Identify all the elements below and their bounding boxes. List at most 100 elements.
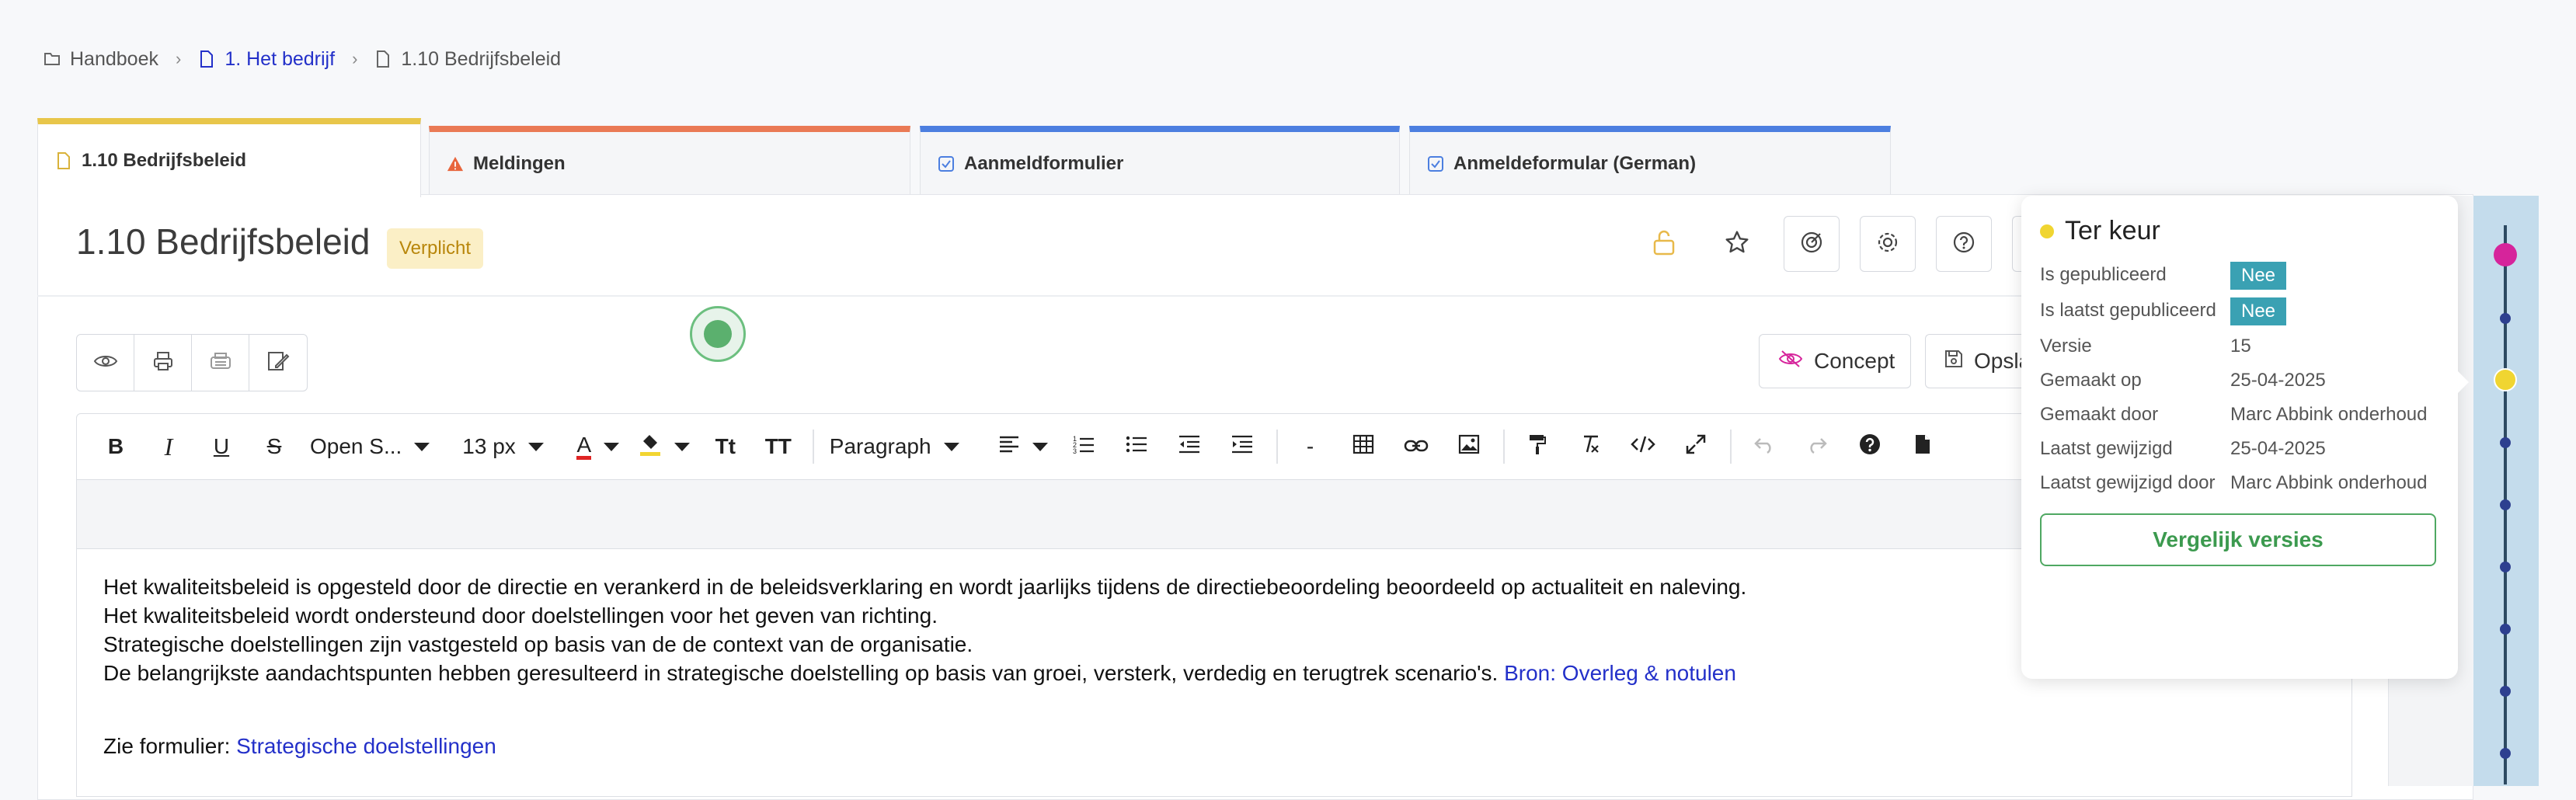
link-button[interactable]	[1394, 423, 1438, 470]
version-row: Laatst gewijzigd 25-04-2025	[2040, 436, 2439, 462]
timeline-version-current[interactable]	[2494, 368, 2517, 391]
undo-button[interactable]	[1742, 423, 1786, 470]
timeline-version[interactable]	[2500, 437, 2511, 448]
strikethrough-button[interactable]: S	[252, 423, 296, 470]
clear-format-button[interactable]	[1568, 423, 1612, 470]
highlight-color-button[interactable]	[634, 423, 694, 470]
image-icon	[1458, 434, 1480, 460]
checkbox-icon	[1427, 155, 1444, 172]
clear-format-icon	[1579, 434, 1601, 460]
last-published-tag: Nee	[2230, 297, 2287, 325]
tab-bedrijfsbeleid[interactable]: 1.10 Bedrijfsbeleid	[37, 118, 421, 197]
block-format-value: Paragraph	[829, 434, 931, 458]
tab-meldingen[interactable]: Meldingen	[429, 126, 910, 196]
bold-button[interactable]: B	[94, 423, 138, 470]
unlock-button[interactable]	[1636, 216, 1692, 272]
version-row: Is gepubliceerd Nee	[2040, 262, 2439, 290]
settings-button[interactable]	[1860, 216, 1916, 272]
concept-button[interactable]: Concept	[1759, 334, 1911, 388]
fax-icon	[209, 351, 232, 375]
caret-down-icon	[414, 442, 430, 451]
sign-button[interactable]	[249, 335, 307, 391]
version-status: Ter keur	[2065, 216, 2160, 245]
font-size-toggle-button[interactable]: TT	[757, 423, 800, 470]
subscript-button[interactable]: Tt	[704, 423, 747, 470]
ordered-list-button[interactable]: 123	[1062, 423, 1105, 470]
timeline-version[interactable]	[2500, 686, 2511, 697]
favorite-button[interactable]	[1709, 216, 1765, 272]
row-key: Versie	[2040, 336, 2092, 357]
record-indicator[interactable]	[690, 306, 746, 362]
save-button[interactable]: Opsla	[1925, 334, 2034, 388]
source-link[interactable]: Bron: Overleg & notulen	[1504, 661, 1736, 685]
italic-button[interactable]: I	[147, 423, 190, 470]
timeline-version[interactable]	[2500, 624, 2511, 635]
breadcrumb-item-handboek[interactable]: Handboek	[44, 48, 158, 71]
format-painter-button[interactable]	[1516, 423, 1559, 470]
tab-aanmeldformulier[interactable]: Aanmeldformulier	[920, 126, 1400, 196]
toolbar-separator	[1729, 430, 1732, 464]
caret-down-icon	[1032, 442, 1048, 451]
tab-anmeldeformular-german[interactable]: Anmeldeformular (German)	[1409, 126, 1891, 196]
content-line: Het kwaliteitsbeleid is opgesteld door d…	[103, 575, 1747, 599]
bullet-list-button[interactable]	[1115, 423, 1158, 470]
source-code-button[interactable]	[1621, 423, 1665, 470]
page-title: 1.10 Bedrijfsbeleid	[76, 221, 371, 262]
breadcrumb-item-het-bedrijf[interactable]: 1. Het bedrijf	[198, 48, 335, 71]
bold-icon: B	[107, 434, 124, 458]
version-row: Gemaakt door Marc Abbink onderhoud	[2040, 402, 2439, 428]
fullscreen-button[interactable]	[1674, 423, 1718, 470]
timeline-version-published[interactable]	[2494, 243, 2517, 266]
row-value: Marc Abbink onderhoud	[2230, 472, 2428, 493]
editor-help-button[interactable]	[1848, 423, 1892, 470]
image-button[interactable]	[1447, 423, 1491, 470]
document-icon	[198, 50, 215, 68]
timeline-version[interactable]	[2500, 499, 2511, 510]
font-size-select[interactable]: 13 px	[458, 423, 548, 470]
compare-versions-button[interactable]: Vergelijk versies	[2040, 513, 2436, 566]
align-select[interactable]	[994, 423, 1053, 470]
document-icon	[55, 152, 72, 169]
underline-button[interactable]: U	[200, 423, 243, 470]
text-color-button[interactable]: A	[572, 423, 625, 470]
question-circle-icon	[1859, 433, 1881, 461]
strategic-goals-link[interactable]: Strategische doelstellingen	[236, 734, 496, 758]
chevron-right-icon: ›	[175, 49, 182, 68]
target-button[interactable]	[1784, 216, 1840, 272]
table-button[interactable]	[1342, 423, 1385, 470]
status-badge: Verplicht	[387, 228, 484, 269]
paint-bucket-icon	[639, 432, 662, 462]
paint-roller-icon	[1528, 433, 1547, 461]
timeline-version[interactable]	[2500, 313, 2511, 324]
preview-button[interactable]	[77, 335, 134, 391]
printer-icon	[152, 350, 174, 376]
horizontal-rule-button[interactable]: -	[1289, 423, 1332, 470]
file-icon	[1914, 433, 1931, 461]
text-size-small-icon: Tt	[715, 434, 736, 458]
block-format-select[interactable]: Paragraph	[825, 423, 964, 470]
row-value: Marc Abbink onderhoud	[2230, 404, 2428, 425]
editor-statusband	[76, 480, 2352, 548]
code-icon	[1630, 434, 1655, 459]
published-tag: Nee	[2230, 262, 2287, 290]
row-key: Laatst gewijzigd door	[2040, 472, 2216, 493]
redo-icon	[1806, 434, 1828, 459]
timeline-version[interactable]	[2500, 562, 2511, 572]
view-toolbar	[76, 334, 308, 391]
breadcrumb-label: Handboek	[70, 47, 158, 70]
indent-button[interactable]	[1220, 423, 1264, 470]
editor-content[interactable]: Het kwaliteitsbeleid is opgesteld door d…	[76, 548, 2352, 797]
timeline-version[interactable]	[2500, 748, 2511, 759]
outdent-button[interactable]	[1168, 423, 1211, 470]
strikethrough-icon: S	[266, 434, 282, 458]
font-family-select[interactable]: Open S...	[305, 423, 434, 470]
print-button[interactable]	[134, 335, 192, 391]
floppy-icon	[1944, 349, 1963, 374]
fax-button[interactable]	[192, 335, 249, 391]
document-template-button[interactable]	[1901, 423, 1944, 470]
redo-button[interactable]	[1795, 423, 1839, 470]
row-value: 25-04-2025	[2230, 438, 2326, 459]
see-form-prefix: Zie formulier:	[103, 734, 237, 758]
help-button[interactable]	[1936, 216, 1992, 272]
